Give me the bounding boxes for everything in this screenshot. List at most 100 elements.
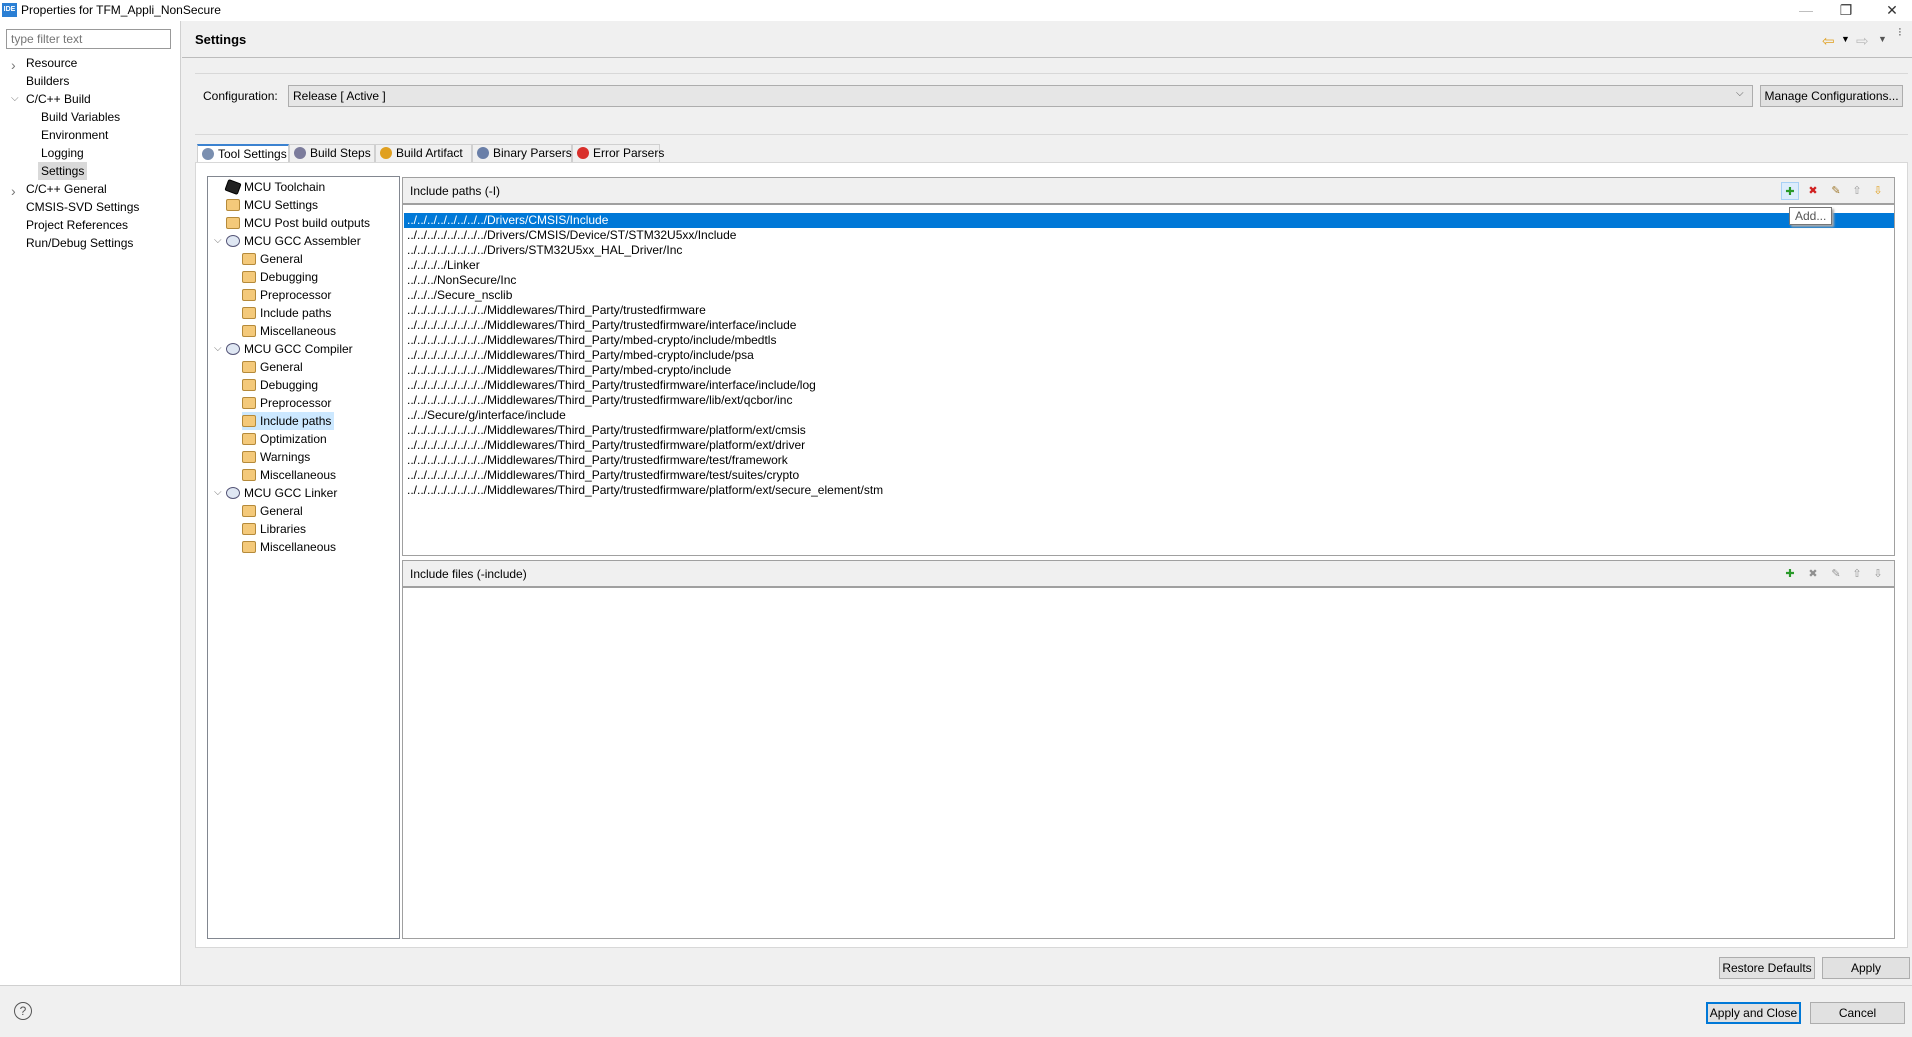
include-path-item[interactable]: ../../../../../../../../Middlewares/Thir… <box>404 423 1894 438</box>
chevron-down-icon[interactable]: ⌵ <box>1736 88 1744 99</box>
include-path-item[interactable]: ../../../Secure_nsclib <box>404 288 1894 303</box>
chip-icon <box>224 178 242 196</box>
chevron-right-icon[interactable]: › <box>11 57 16 73</box>
tree-item-label: MCU Post build outputs <box>244 216 371 230</box>
nav-item[interactable]: Resource <box>26 54 77 72</box>
include-path-item[interactable]: ../../../../../../../../Middlewares/Thir… <box>404 468 1894 483</box>
nav-item[interactable]: C/C++ General <box>26 180 107 198</box>
tab-icon <box>380 147 392 159</box>
tree-item[interactable]: MCU GCC Compiler <box>226 340 353 358</box>
tab-icon <box>577 147 589 159</box>
include-path-item[interactable]: ../../../../../../../../Drivers/CMSIS/In… <box>404 213 1894 228</box>
tree-item[interactable]: MCU Post build outputs <box>226 214 370 232</box>
tree-item[interactable]: Miscellaneous <box>242 466 336 484</box>
include-path-item[interactable]: ../../Secure/g/interface/include <box>404 408 1894 423</box>
tree-item-label: MCU GCC Compiler <box>244 342 353 356</box>
edit-icon[interactable]: ✎ <box>1827 182 1845 200</box>
tab-build-steps[interactable]: Build Steps <box>289 144 375 163</box>
move-down-icon[interactable]: ⇩ <box>1869 182 1887 200</box>
chevron-down-icon[interactable]: ⌵ <box>11 93 19 104</box>
include-path-item[interactable]: ../../../../../../../../Middlewares/Thir… <box>404 363 1894 378</box>
nav-item[interactable]: Logging <box>41 144 84 162</box>
add-icon[interactable]: ✚ <box>1781 182 1799 200</box>
tab-error-parsers[interactable]: Error Parsers <box>572 144 664 163</box>
tree-item[interactable]: Libraries <box>242 520 306 538</box>
include-path-item[interactable]: ../../../NonSecure/Inc <box>404 273 1894 288</box>
include-path-item[interactable]: ../../../../../../../../Middlewares/Thir… <box>404 438 1894 453</box>
view-menu-icon[interactable]: ⁝ <box>1898 26 1902 38</box>
tree-item-label: General <box>260 252 303 266</box>
tab-build-artifact[interactable]: Build Artifact <box>375 144 472 163</box>
apply-button[interactable]: Apply <box>1822 957 1910 979</box>
manage-configurations-button[interactable]: Manage Configurations... <box>1760 85 1903 107</box>
include-path-item[interactable]: ../../../../../../../../Middlewares/Thir… <box>404 333 1894 348</box>
tree-item[interactable]: Preprocessor <box>242 286 331 304</box>
edit-icon[interactable]: ✎ <box>1827 565 1845 583</box>
back-arrow-icon[interactable]: ⇦ <box>1822 32 1835 50</box>
add-icon[interactable]: ✚ <box>1781 565 1799 583</box>
chevron-down-icon[interactable]: ⌵ <box>214 487 222 498</box>
include-path-item[interactable]: ../../../../../../../../Drivers/CMSIS/De… <box>404 228 1894 243</box>
tree-item[interactable]: MCU GCC Assembler <box>226 232 361 250</box>
tree-item[interactable]: Debugging <box>242 376 318 394</box>
nav-item[interactable]: Run/Debug Settings <box>26 234 133 252</box>
include-path-item[interactable]: ../../../../../../../../Middlewares/Thir… <box>404 483 1894 498</box>
tree-item[interactable]: Preprocessor <box>242 394 331 412</box>
move-down-icon[interactable]: ⇩ <box>1869 565 1887 583</box>
tree-item[interactable]: Miscellaneous <box>242 538 336 556</box>
tree-item[interactable]: Warnings <box>242 448 310 466</box>
folder-icon <box>242 451 256 463</box>
nav-item[interactable]: C/C++ Build <box>26 90 91 108</box>
tree-item[interactable]: MCU Toolchain <box>224 178 325 196</box>
help-icon[interactable]: ? <box>14 1002 32 1020</box>
tree-item[interactable]: Include paths <box>242 412 335 430</box>
folder-icon <box>242 505 256 517</box>
tree-item-label: Debugging <box>260 378 319 392</box>
include-path-item[interactable]: ../../../../../../../../Middlewares/Thir… <box>404 393 1894 408</box>
tree-item[interactable]: Miscellaneous <box>242 322 336 340</box>
restore-button[interactable]: ❐ <box>1826 0 1866 21</box>
move-up-icon[interactable]: ⇧ <box>1848 565 1866 583</box>
forward-arrow-icon[interactable]: ⇨ <box>1856 32 1869 50</box>
include-path-item[interactable]: ../../../../Linker <box>404 258 1894 273</box>
tab-tool-settings[interactable]: Tool Settings <box>197 144 289 163</box>
configuration-select[interactable]: Release [ Active ] <box>288 85 1753 107</box>
tab-binary-parsers[interactable]: Binary Parsers <box>472 144 572 163</box>
tree-item[interactable]: Include paths <box>242 304 331 322</box>
filter-input[interactable] <box>6 29 171 49</box>
minimize-button[interactable]: — <box>1786 0 1826 21</box>
chevron-right-icon[interactable]: › <box>11 183 16 199</box>
tree-item[interactable]: General <box>242 250 303 268</box>
move-up-icon[interactable]: ⇧ <box>1848 182 1866 200</box>
nav-item[interactable]: Project References <box>26 216 128 234</box>
cancel-button[interactable]: Cancel <box>1810 1002 1905 1024</box>
nav-item[interactable]: Environment <box>41 126 108 144</box>
tree-item[interactable]: MCU GCC Linker <box>226 484 337 502</box>
include-path-item[interactable]: ../../../../../../../../Middlewares/Thir… <box>404 378 1894 393</box>
tree-item-label: Libraries <box>260 522 307 536</box>
tree-item[interactable]: Optimization <box>242 430 327 448</box>
tree-item[interactable]: MCU Settings <box>226 196 318 214</box>
chevron-down-icon[interactable]: ⌵ <box>214 235 222 246</box>
nav-item[interactable]: Builders <box>26 72 69 90</box>
restore-defaults-button[interactable]: Restore Defaults <box>1719 957 1815 979</box>
nav-item[interactable]: CMSIS-SVD Settings <box>26 198 139 216</box>
forward-menu-chevron-icon[interactable]: ▼ <box>1878 34 1887 44</box>
tree-item[interactable]: General <box>242 502 303 520</box>
chevron-down-icon[interactable]: ⌵ <box>214 343 222 354</box>
delete-icon[interactable]: ✖ <box>1804 182 1822 200</box>
back-menu-chevron-icon[interactable]: ▼ <box>1841 34 1850 44</box>
nav-item[interactable]: Build Variables <box>41 108 120 126</box>
tree-item[interactable]: Debugging <box>242 268 318 286</box>
include-path-item[interactable]: ../../../../../../../../Middlewares/Thir… <box>404 348 1894 363</box>
close-button[interactable]: ✕ <box>1872 0 1912 21</box>
nav-item[interactable]: Settings <box>38 162 88 180</box>
include-path-item[interactable]: ../../../../../../../../Middlewares/Thir… <box>404 453 1894 468</box>
tree-item[interactable]: General <box>242 358 303 376</box>
include-path-item[interactable]: ../../../../../../../../Middlewares/Thir… <box>404 318 1894 333</box>
tree-item-label: Include paths <box>260 306 332 320</box>
include-path-item[interactable]: ../../../../../../../../Drivers/STM32U5x… <box>404 243 1894 258</box>
apply-and-close-button[interactable]: Apply and Close <box>1706 1002 1801 1024</box>
delete-icon[interactable]: ✖ <box>1804 565 1822 583</box>
include-path-item[interactable]: ../../../../../../../../Middlewares/Thir… <box>404 303 1894 318</box>
